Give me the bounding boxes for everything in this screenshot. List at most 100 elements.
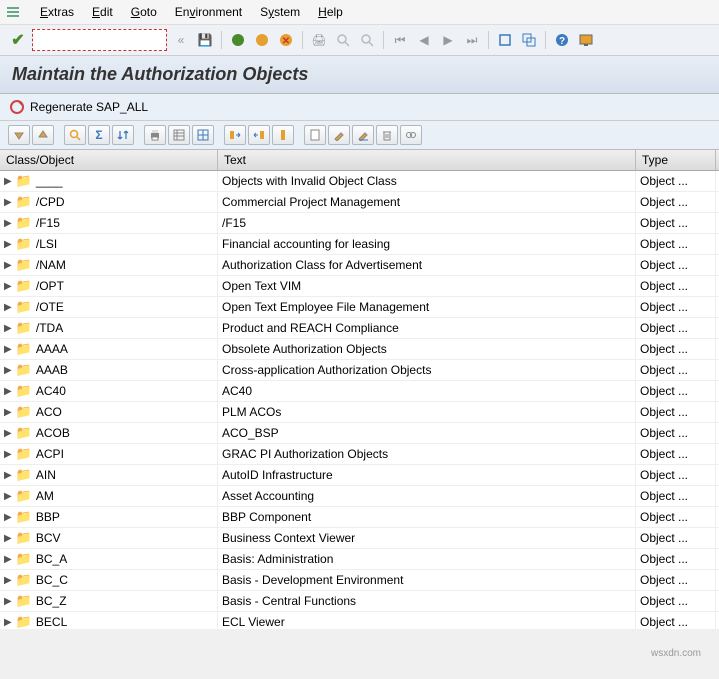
tree-row[interactable]: ▶📁BC_ABasis: AdministrationObject ... bbox=[0, 549, 719, 570]
print-button[interactable] bbox=[144, 125, 166, 145]
expand-icon[interactable]: ▶ bbox=[4, 617, 12, 628]
expand-icon[interactable]: ▶ bbox=[4, 344, 12, 355]
cancel-icon[interactable]: ✕ bbox=[276, 30, 296, 50]
expand-all-button[interactable] bbox=[8, 125, 30, 145]
create-button[interactable] bbox=[304, 125, 326, 145]
expand-icon[interactable]: ▶ bbox=[4, 491, 12, 502]
expand-icon[interactable]: ▶ bbox=[4, 596, 12, 607]
expand-icon[interactable]: ▶ bbox=[4, 302, 12, 313]
expand-icon[interactable]: ▶ bbox=[4, 323, 12, 334]
column-select-button[interactable] bbox=[272, 125, 294, 145]
tree-row[interactable]: ▶📁BC_CBasis - Development EnvironmentObj… bbox=[0, 570, 719, 591]
tree-row[interactable]: ▶📁____Objects with Invalid Object ClassO… bbox=[0, 171, 719, 192]
new-session-icon[interactable] bbox=[495, 30, 515, 50]
type-cell: Object ... bbox=[636, 360, 716, 380]
expand-icon[interactable]: ▶ bbox=[4, 512, 12, 523]
tree-row[interactable]: ▶📁/LSIFinancial accounting for leasingOb… bbox=[0, 234, 719, 255]
enter-button[interactable]: ✔ bbox=[8, 30, 28, 50]
exec-orange-icon[interactable] bbox=[252, 30, 272, 50]
menu-system[interactable]: System bbox=[260, 5, 300, 19]
type-cell: Object ... bbox=[636, 276, 716, 296]
tree-row[interactable]: ▶📁/OTEOpen Text Employee File Management… bbox=[0, 297, 719, 318]
class-label: ACPI bbox=[36, 447, 64, 461]
tree-row[interactable]: ▶📁BBPBBP ComponentObject ... bbox=[0, 507, 719, 528]
col-header-text[interactable]: Text bbox=[218, 150, 636, 170]
expand-icon[interactable]: ▶ bbox=[4, 407, 12, 418]
collapse-all-button[interactable] bbox=[32, 125, 54, 145]
text-cell: ECL Viewer bbox=[218, 612, 636, 629]
system-menu-icon[interactable] bbox=[6, 4, 22, 20]
type-cell: Object ... bbox=[636, 486, 716, 506]
col-header-class[interactable]: Class/Object bbox=[0, 150, 218, 170]
expand-icon[interactable]: ▶ bbox=[4, 218, 12, 229]
back-button[interactable]: « bbox=[171, 30, 191, 50]
tree-row[interactable]: ▶📁/OPTOpen Text VIMObject ... bbox=[0, 276, 719, 297]
shortcut-icon[interactable] bbox=[519, 30, 539, 50]
expand-icon[interactable]: ▶ bbox=[4, 554, 12, 565]
folder-icon: 📁 bbox=[16, 614, 32, 629]
type-cell: Object ... bbox=[636, 570, 716, 590]
layout-button[interactable] bbox=[192, 125, 214, 145]
expand-icon[interactable]: ▶ bbox=[4, 281, 12, 292]
expand-icon[interactable]: ▶ bbox=[4, 176, 12, 187]
expand-icon[interactable]: ▶ bbox=[4, 197, 12, 208]
collapse-cols-button[interactable] bbox=[248, 125, 270, 145]
tree-row[interactable]: ▶📁AAAAObsolete Authorization ObjectsObje… bbox=[0, 339, 719, 360]
tree-row[interactable]: ▶📁/TDAProduct and REACH ComplianceObject… bbox=[0, 318, 719, 339]
layout-menu-icon[interactable] bbox=[576, 30, 596, 50]
tree-row[interactable]: ▶📁ACPIGRAC PI Authorization ObjectsObjec… bbox=[0, 444, 719, 465]
tree-grid[interactable]: Class/Object Text Type ▶📁____Objects wit… bbox=[0, 150, 719, 629]
tree-row[interactable]: ▶📁AAABCross-application Authorization Ob… bbox=[0, 360, 719, 381]
link-button[interactable] bbox=[400, 125, 422, 145]
tree-row[interactable]: ▶📁/NAMAuthorization Class for Advertisem… bbox=[0, 255, 719, 276]
tree-row[interactable]: ▶📁/F15/F15Object ... bbox=[0, 213, 719, 234]
tree-row[interactable]: ▶📁AMAsset AccountingObject ... bbox=[0, 486, 719, 507]
menu-goto[interactable]: Goto bbox=[131, 5, 157, 19]
delete-button[interactable] bbox=[376, 125, 398, 145]
expand-icon[interactable]: ▶ bbox=[4, 260, 12, 271]
sort-button[interactable] bbox=[112, 125, 134, 145]
help-icon[interactable]: ? bbox=[552, 30, 572, 50]
exec-green-icon[interactable] bbox=[228, 30, 248, 50]
menu-extras[interactable]: Extras bbox=[40, 5, 74, 19]
tree-row[interactable]: ▶📁BC_ZBasis - Central FunctionsObject ..… bbox=[0, 591, 719, 612]
class-label: ACOB bbox=[36, 426, 70, 440]
tree-row[interactable]: ▶📁BCVBusiness Context ViewerObject ... bbox=[0, 528, 719, 549]
type-cell: Object ... bbox=[636, 297, 716, 317]
expand-icon[interactable]: ▶ bbox=[4, 533, 12, 544]
menu-edit[interactable]: Edit bbox=[92, 5, 113, 19]
expand-icon[interactable]: ▶ bbox=[4, 575, 12, 586]
tree-row[interactable]: ▶📁ACOPLM ACOsObject ... bbox=[0, 402, 719, 423]
expand-cols-button[interactable] bbox=[224, 125, 246, 145]
app-sub-toolbar: Regenerate SAP_ALL bbox=[0, 94, 719, 121]
detail-button[interactable] bbox=[328, 125, 350, 145]
text-cell: Basis - Central Functions bbox=[218, 591, 636, 611]
tree-row[interactable]: ▶📁/CPDCommercial Project ManagementObjec… bbox=[0, 192, 719, 213]
command-field[interactable] bbox=[32, 29, 167, 51]
expand-icon[interactable]: ▶ bbox=[4, 386, 12, 397]
text-cell: Commercial Project Management bbox=[218, 192, 636, 212]
watermark: wsxdn.com bbox=[651, 648, 701, 659]
expand-icon[interactable]: ▶ bbox=[4, 239, 12, 250]
export-button[interactable] bbox=[168, 125, 190, 145]
expand-icon[interactable]: ▶ bbox=[4, 449, 12, 460]
text-cell: GRAC PI Authorization Objects bbox=[218, 444, 636, 464]
col-header-type[interactable]: Type bbox=[636, 150, 716, 170]
expand-icon[interactable]: ▶ bbox=[4, 470, 12, 481]
tree-row[interactable]: ▶📁AINAutoID InfrastructureObject ... bbox=[0, 465, 719, 486]
menu-environment[interactable]: Environment bbox=[175, 5, 242, 19]
type-cell: Object ... bbox=[636, 192, 716, 212]
type-cell: Object ... bbox=[636, 549, 716, 569]
type-cell: Object ... bbox=[636, 213, 716, 233]
menu-help[interactable]: Help bbox=[318, 5, 343, 19]
first-page-icon: ⏮ bbox=[390, 30, 410, 50]
expand-icon[interactable]: ▶ bbox=[4, 428, 12, 439]
find-button[interactable] bbox=[64, 125, 86, 145]
tree-row[interactable]: ▶📁ACOBACO_BSPObject ... bbox=[0, 423, 719, 444]
expand-icon[interactable]: ▶ bbox=[4, 365, 12, 376]
change-button[interactable] bbox=[352, 125, 374, 145]
regenerate-button[interactable]: Regenerate SAP_ALL bbox=[10, 100, 709, 114]
sum-button[interactable]: Σ bbox=[88, 125, 110, 145]
tree-row[interactable]: ▶📁AC40AC40Object ... bbox=[0, 381, 719, 402]
tree-row[interactable]: ▶📁BECLECL ViewerObject ... bbox=[0, 612, 719, 629]
